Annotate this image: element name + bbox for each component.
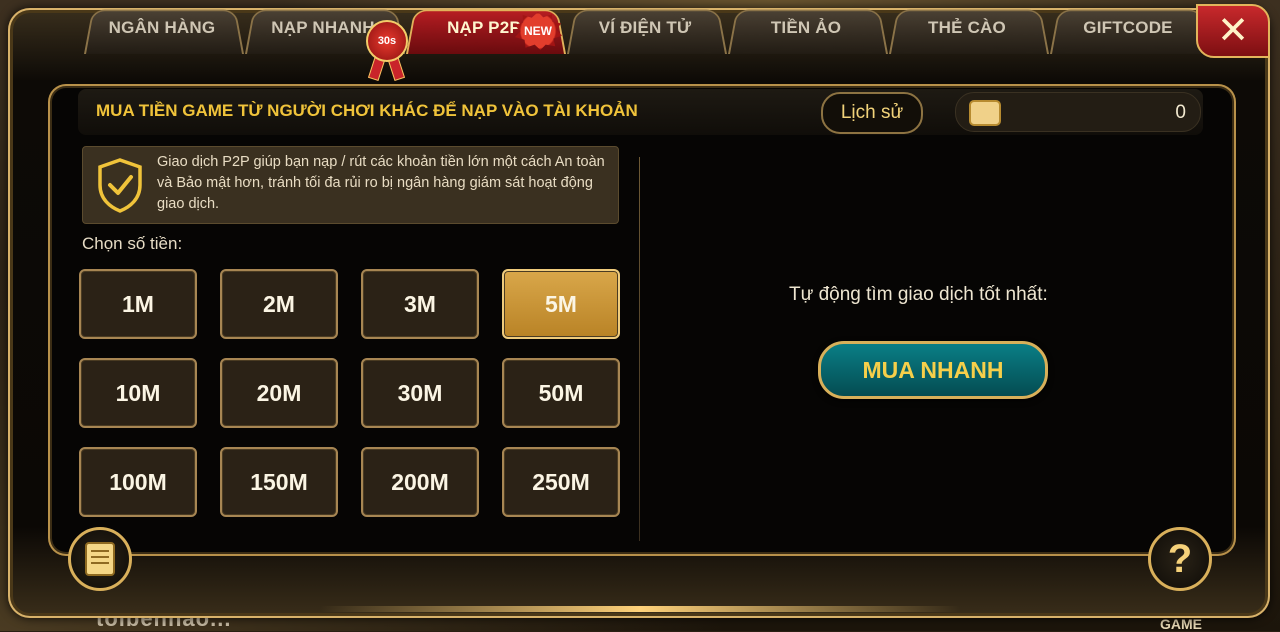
tab-label: TIỀN ẢO xyxy=(770,18,842,37)
document-icon xyxy=(85,542,115,576)
amount-option-selected[interactable]: 5M xyxy=(502,269,620,339)
amount-option[interactable]: 10M xyxy=(79,358,197,428)
tab-label: NGÂN HÀNG xyxy=(108,18,216,37)
dialog-bottom-glow xyxy=(320,606,960,612)
amount-option[interactable]: 150M xyxy=(220,447,338,517)
help-button[interactable]: ? xyxy=(1148,527,1212,591)
history-list-button[interactable] xyxy=(68,527,132,591)
page-title: MUA TIỀN GAME TỪ NGƯỜI CHƠI KHÁC ĐỂ NẠP … xyxy=(96,101,638,120)
wallet-icon xyxy=(969,100,1001,126)
close-icon: ✕ xyxy=(1217,10,1249,52)
amount-option[interactable]: 3M xyxy=(361,269,479,339)
notice-text: Giao dịch P2P giúp bạn nạp / rút các kho… xyxy=(157,154,605,212)
history-button[interactable]: Lịch sử xyxy=(821,92,923,134)
amount-option[interactable]: 50M xyxy=(502,358,620,428)
amount-option[interactable]: 20M xyxy=(220,358,338,428)
p2p-notice: Giao dịch P2P giúp bạn nạp / rút các kho… xyxy=(82,146,619,224)
amount-label: Chọn số tiền: xyxy=(82,234,183,253)
shield-check-icon xyxy=(98,158,142,213)
tab-label: GIFTCODE xyxy=(1083,18,1173,37)
tab-label: VÍ ĐIỆN TỬ xyxy=(598,18,692,37)
wallet-amount: 0 xyxy=(1175,102,1186,123)
close-button[interactable]: ✕ xyxy=(1196,4,1270,58)
background-game-label: GAME xyxy=(1160,616,1202,632)
panel-divider xyxy=(639,157,640,541)
quick-buy-button[interactable]: MUA NHANH xyxy=(818,341,1048,399)
badge-30s: 30s xyxy=(366,20,408,62)
amount-option[interactable]: 1M xyxy=(79,269,197,339)
wallet-balance: 0 xyxy=(955,92,1201,132)
amount-option[interactable]: 200M xyxy=(361,447,479,517)
amount-option[interactable]: 100M xyxy=(79,447,197,517)
amount-option[interactable]: 250M xyxy=(502,447,620,517)
question-mark-icon: ? xyxy=(1167,537,1193,581)
tab-label: THẺ CÀO xyxy=(928,18,1006,37)
auto-match-text: Tự động tìm giao dịch tốt nhất: xyxy=(789,284,1048,305)
amount-option[interactable]: 2M xyxy=(220,269,338,339)
amount-option[interactable]: 30M xyxy=(361,358,479,428)
